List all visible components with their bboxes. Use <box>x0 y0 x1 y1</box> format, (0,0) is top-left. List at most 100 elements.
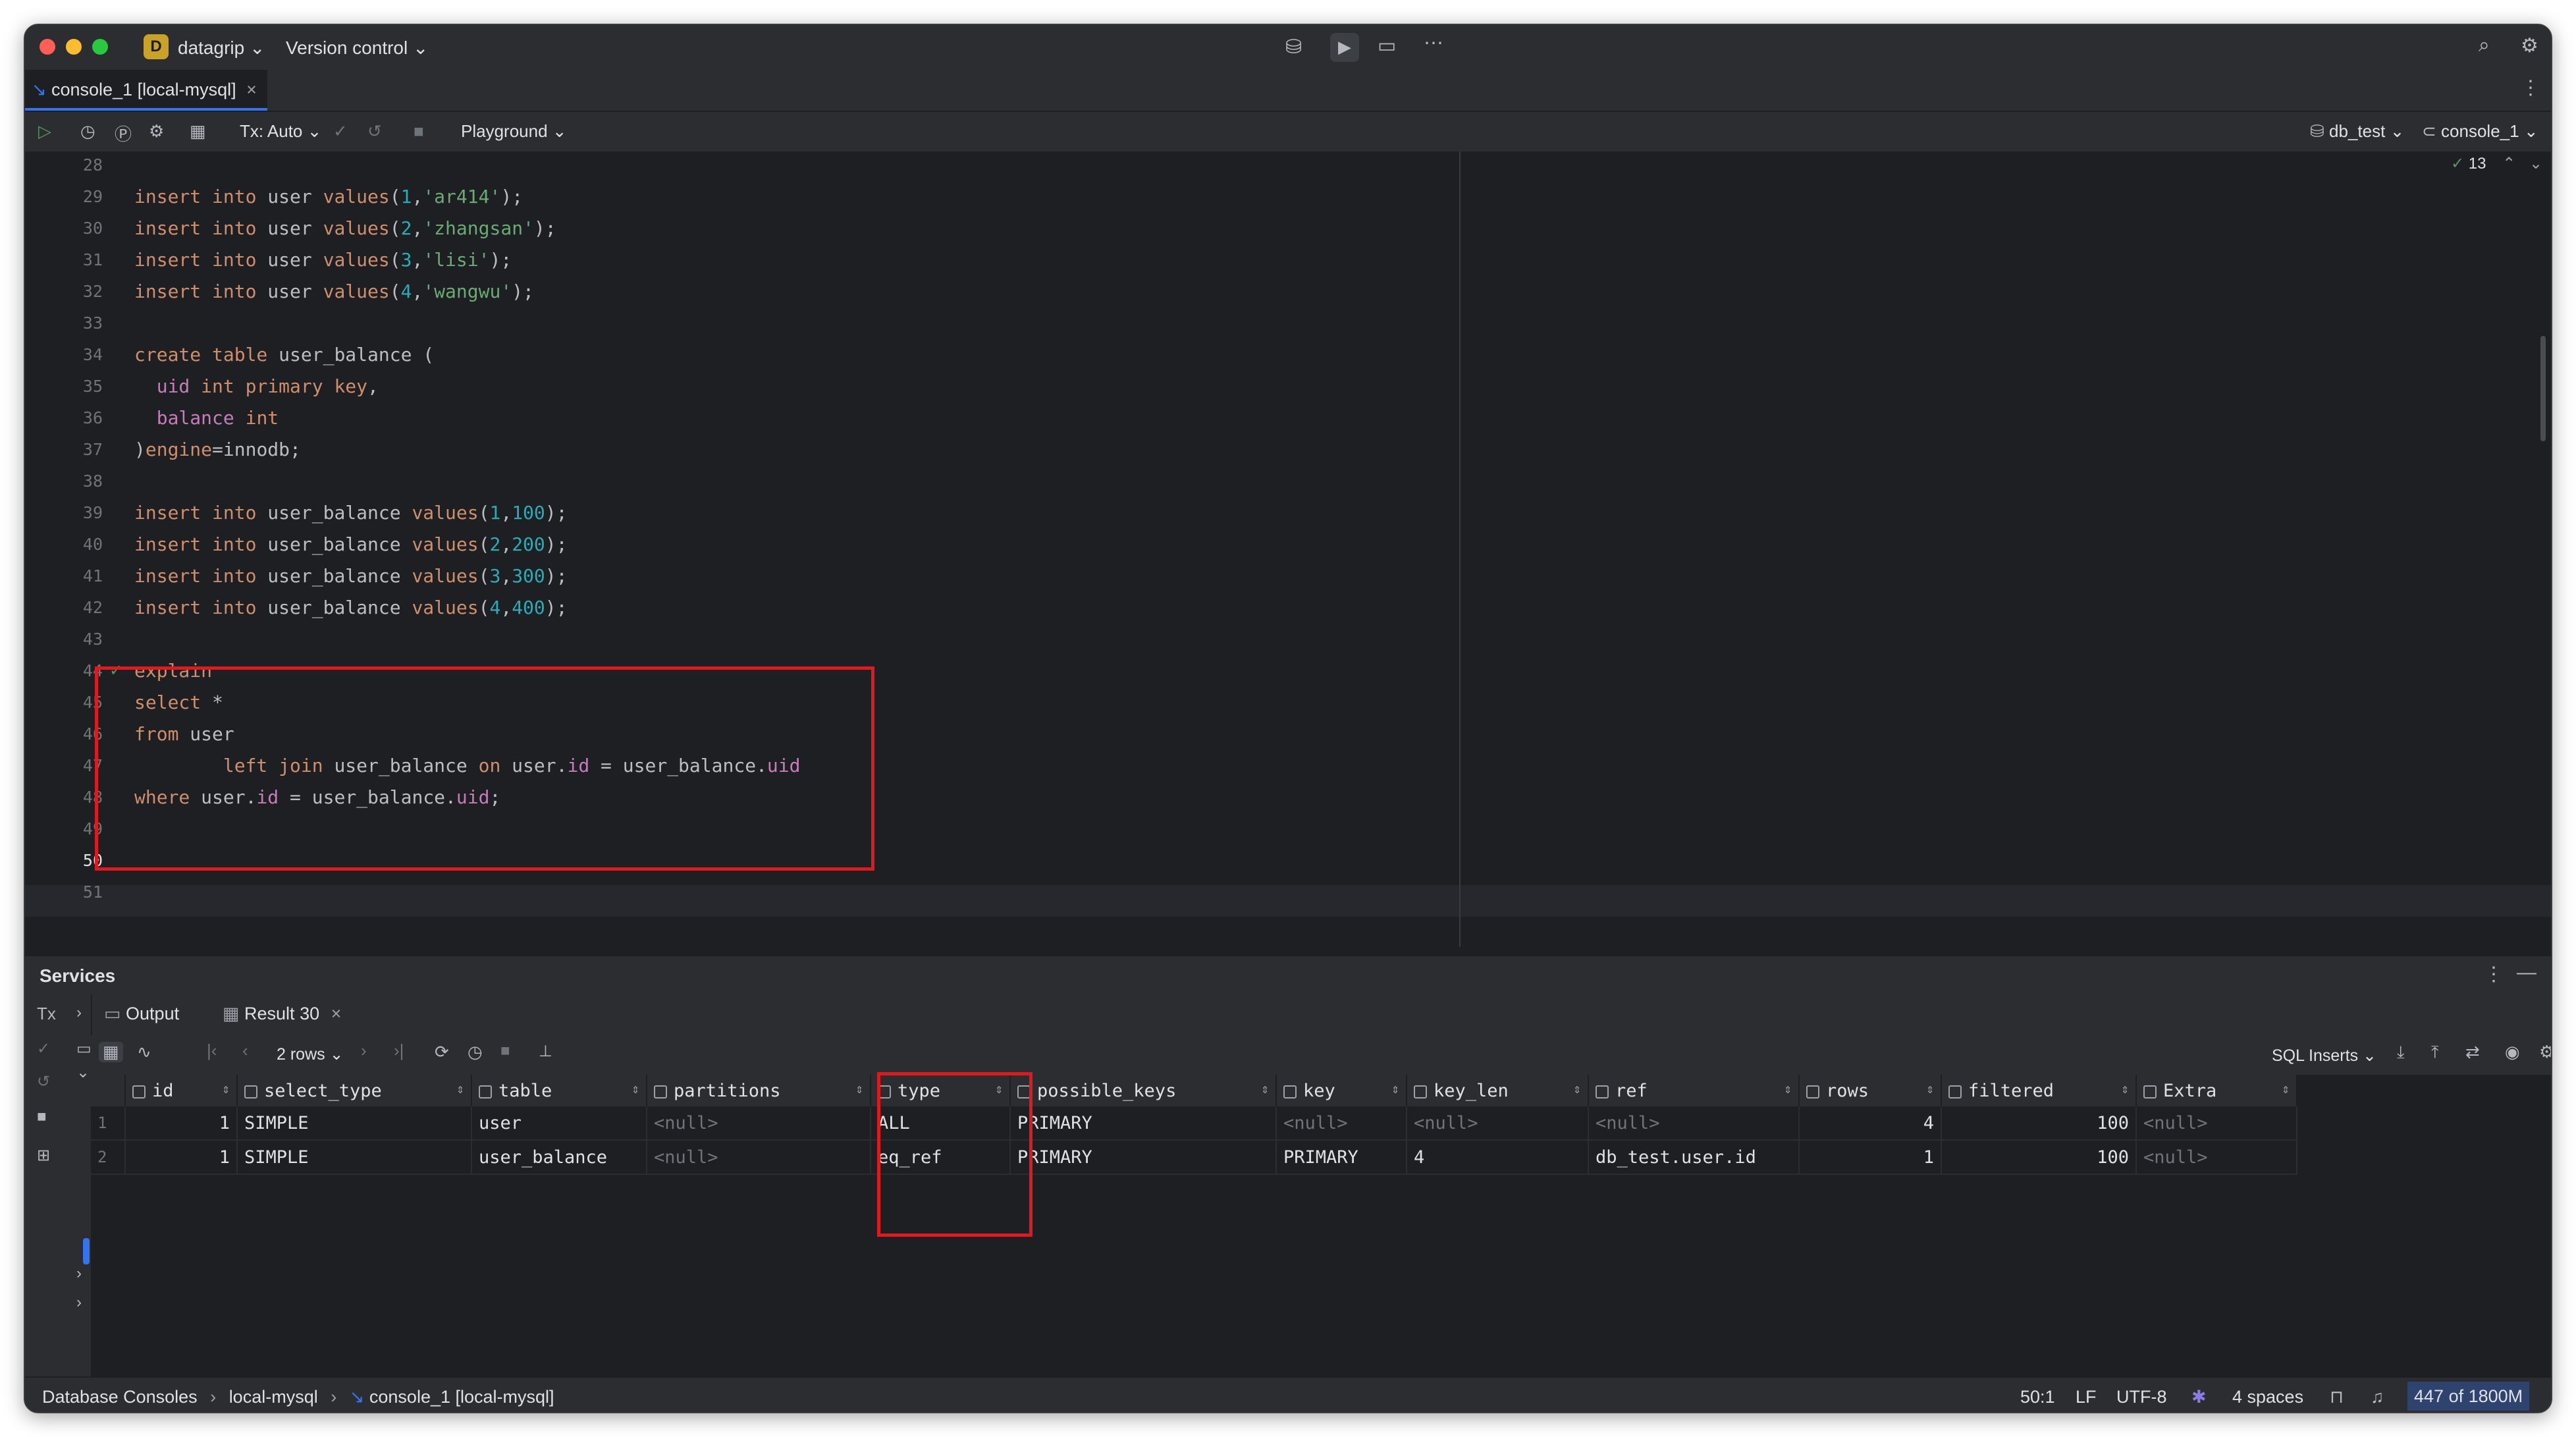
session-selector[interactable]: ⊂ console_1 ⌄ <box>2422 121 2538 142</box>
table-row[interactable]: 2 1 SIMPLE user_balance <null> eq_ref PR… <box>91 1140 2297 1175</box>
minimize-window-button[interactable] <box>66 39 82 55</box>
rollback-icon[interactable]: ↺ <box>37 1072 50 1091</box>
close-icon[interactable]: × <box>246 80 257 99</box>
settings-icon[interactable]: ⚙ <box>149 121 164 142</box>
column-header[interactable]: partitions ⇕ <box>647 1075 871 1106</box>
minimize-panel-icon[interactable]: — <box>2517 962 2536 984</box>
chevron-right-icon[interactable]: › <box>76 1293 82 1312</box>
cell[interactable]: <null> <box>2136 1106 2297 1141</box>
column-header[interactable]: possible_keys ⇕ <box>1010 1075 1277 1106</box>
project-selector[interactable]: datagrip ⌄ <box>178 37 265 59</box>
chevron-down-icon[interactable]: ⌄ <box>76 1063 90 1082</box>
cell[interactable]: <null> <box>1407 1106 1589 1141</box>
column-header[interactable]: key_len ⇕ <box>1407 1075 1589 1106</box>
compare-icon[interactable]: ⇄ <box>2465 1042 2480 1062</box>
ai-assistant-icon[interactable]: ✱ <box>2191 1387 2207 1407</box>
pin-icon[interactable]: ⊥ <box>539 1042 552 1061</box>
last-page-icon[interactable]: ›| <box>394 1041 404 1061</box>
gear-icon[interactable]: ⚙ <box>2539 1042 2551 1062</box>
inspection-widget[interactable]: ✓ 13 ⌃ ⌄ <box>2451 154 2542 173</box>
cell[interactable]: db_test.user.id <box>1588 1140 1800 1175</box>
chevron-right-icon[interactable]: › <box>76 1264 82 1283</box>
column-header[interactable]: ref ⇕ <box>1588 1075 1800 1106</box>
chart-icon[interactable]: ∿ <box>137 1042 151 1062</box>
refresh-icon[interactable]: ⟳ <box>435 1042 449 1062</box>
result-grid[interactable]: id ⇕ select_type ⇕ table ⇕ partitions ⇕ type… <box>91 1075 2297 1175</box>
tab-console[interactable]: ↘ console_1 [local-mysql] × <box>25 70 267 111</box>
download-icon[interactable]: ⤓ <box>2397 1042 2405 1063</box>
first-page-icon[interactable]: |‹ <box>207 1041 217 1061</box>
cell[interactable]: 100 <box>1941 1140 2137 1175</box>
lock-icon[interactable]: ⊓ <box>2330 1387 2344 1407</box>
column-header[interactable]: table ⇕ <box>471 1075 647 1106</box>
breadcrumb-item[interactable]: console_1 [local-mysql] <box>369 1387 554 1407</box>
cell[interactable]: SIMPLE <box>237 1140 472 1175</box>
history-icon[interactable]: ◷ <box>80 121 95 142</box>
table-row[interactable]: 1 1 SIMPLE user <null> ALL PRIMARY <null… <box>91 1106 2297 1141</box>
column-header[interactable]: filtered ⇕ <box>1941 1075 2137 1106</box>
db-selector[interactable]: ⛁ db_test ⌄ <box>2310 121 2404 142</box>
grid-view-icon[interactable]: ▦ <box>99 1042 123 1062</box>
export-format-selector[interactable]: SQL Inserts ⌄ <box>2272 1046 2376 1066</box>
tab-result[interactable]: ▦ Result 30 × <box>223 1004 341 1024</box>
upload-icon[interactable]: ⤒ <box>2431 1042 2439 1063</box>
cell[interactable]: SIMPLE <box>237 1106 472 1141</box>
playground-selector[interactable]: Playground ⌄ <box>461 121 567 142</box>
close-icon[interactable]: × <box>331 1004 342 1023</box>
stop-icon[interactable]: ■ <box>37 1108 47 1126</box>
table-icon[interactable]: ▦ <box>190 121 206 142</box>
column-header[interactable]: rows ⇕ <box>1799 1075 1942 1106</box>
cell[interactable]: <null> <box>1276 1106 1407 1141</box>
history-icon[interactable]: ◷ <box>468 1042 483 1062</box>
prev-page-icon[interactable]: ‹ <box>242 1041 248 1061</box>
commit-icon[interactable]: ✓ <box>333 121 348 142</box>
vcs-selector[interactable]: Version control ⌄ <box>286 37 428 59</box>
next-page-icon[interactable]: › <box>361 1041 367 1061</box>
cell[interactable]: 1 <box>125 1106 238 1141</box>
explain-icon[interactable]: Ⓟ <box>115 121 132 146</box>
caret-position[interactable]: 50:1 <box>2020 1387 2055 1407</box>
more-icon[interactable]: ⋮ <box>2484 963 2504 986</box>
cell[interactable]: <null> <box>1588 1106 1800 1141</box>
folder-icon[interactable]: ▭ <box>76 1039 92 1058</box>
cell[interactable]: 4 <box>1407 1140 1589 1175</box>
memory-indicator[interactable]: 447 of 1800M <box>2407 1382 2530 1411</box>
layout-icon[interactable]: ⊞ <box>37 1146 50 1165</box>
bell-icon[interactable]: ♫ <box>2371 1387 2384 1407</box>
cell[interactable]: PRIMARY <box>1010 1106 1277 1141</box>
stop-icon[interactable]: ■ <box>500 1042 510 1060</box>
cell[interactable]: PRIMARY <box>1010 1140 1277 1175</box>
rollback-icon[interactable]: ↺ <box>367 121 382 142</box>
sql-editor[interactable]: 28 29 30 31 32 33 34 35 36 37 38 39 40 41 42 43 44 45 46 47… <box>25 151 2551 947</box>
column-header[interactable]: key ⇕ <box>1276 1075 1407 1106</box>
run-icon[interactable]: ▷ <box>38 121 51 142</box>
cell[interactable]: 1 <box>1799 1140 1942 1175</box>
column-header[interactable]: id ⇕ <box>125 1075 238 1106</box>
cell[interactable]: user <box>471 1106 647 1141</box>
line-separator[interactable]: LF <box>2076 1387 2097 1407</box>
tx-icon[interactable]: Tx <box>37 1004 56 1024</box>
chevron-up-icon[interactable]: ⌃ <box>2502 155 2515 173</box>
breadcrumb-item[interactable]: local-mysql <box>229 1387 318 1407</box>
more-icon[interactable]: ⋯ <box>1424 32 1443 55</box>
gear-icon[interactable]: ⚙ <box>2521 34 2538 57</box>
eye-icon[interactable]: ◉ <box>2505 1042 2520 1062</box>
folder-icon[interactable]: ▭ <box>1378 34 1396 57</box>
cell[interactable]: 100 <box>1941 1106 2137 1141</box>
cell[interactable]: <null> <box>2136 1140 2297 1175</box>
chevron-right-icon[interactable]: › <box>76 1004 82 1022</box>
search-icon[interactable]: ⌕ <box>2479 34 2490 57</box>
column-header[interactable]: select_type ⇕ <box>237 1075 472 1106</box>
editor-scrollbar[interactable] <box>2540 336 2546 441</box>
tab-output[interactable]: ▭ Output <box>104 1004 179 1024</box>
column-header[interactable]: Extra ⇕ <box>2136 1075 2297 1106</box>
services-icon[interactable]: ▶ <box>1330 33 1359 62</box>
cell[interactable]: <null> <box>647 1140 871 1175</box>
tx-mode-selector[interactable]: Tx: Auto ⌄ <box>240 121 321 142</box>
maximize-window-button[interactable] <box>92 39 108 55</box>
cell[interactable]: <null> <box>647 1106 871 1141</box>
cell[interactable]: 4 <box>1799 1106 1942 1141</box>
tab-menu-icon[interactable]: ⋮ <box>2521 76 2540 99</box>
row-count-selector[interactable]: 2 rows ⌄ <box>277 1044 344 1064</box>
close-window-button[interactable] <box>40 39 55 55</box>
